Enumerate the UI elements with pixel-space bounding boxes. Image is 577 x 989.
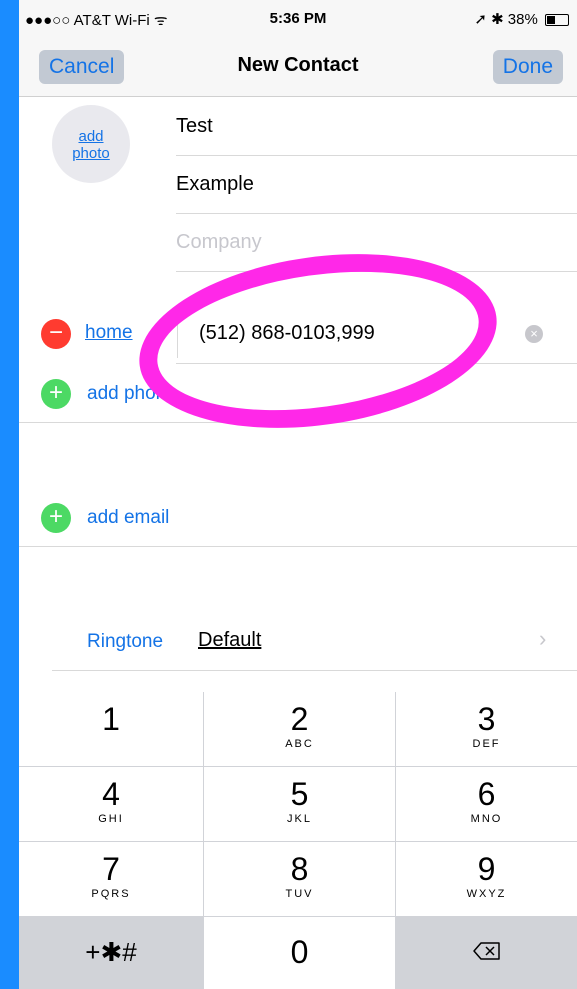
email-separator bbox=[19, 546, 577, 547]
first-name-field[interactable]: Test bbox=[176, 97, 577, 156]
key-plus-star-hash[interactable]: +✱# bbox=[19, 917, 203, 989]
key-2[interactable]: 2 ABC bbox=[204, 692, 395, 766]
key-1[interactable]: 1 bbox=[19, 692, 203, 766]
first-name-value: Test bbox=[176, 115, 213, 137]
ringtone-value: Default bbox=[198, 629, 262, 651]
done-button[interactable]: Done bbox=[492, 50, 563, 84]
last-name-value: Example bbox=[176, 173, 254, 195]
company-placeholder: Company bbox=[176, 231, 262, 253]
add-email-plus-icon: + bbox=[41, 503, 71, 533]
delete-key[interactable] bbox=[396, 917, 577, 989]
ringtone-separator bbox=[52, 670, 577, 671]
add-email-label: add email bbox=[87, 507, 170, 528]
last-name-field[interactable]: Example bbox=[176, 155, 577, 214]
add-phone-plus-icon: + bbox=[41, 379, 71, 409]
battery-icon bbox=[545, 14, 569, 27]
key-5[interactable]: 5 JKL bbox=[204, 767, 395, 841]
key-7[interactable]: 7 PQRS bbox=[19, 842, 203, 916]
add-email-row[interactable]: + add email bbox=[19, 488, 577, 546]
ringtone-chevron-icon: › bbox=[539, 626, 547, 651]
ringtone-row[interactable]: Ringtone Default › bbox=[19, 612, 577, 670]
add-photo-label: add photo bbox=[72, 128, 110, 162]
phone-screen: ●●●○○ AT&T Wi-Fi ᯤ 5:36 PM ➚ ✱ 38% Cance… bbox=[19, 0, 577, 989]
key-6[interactable]: 6 MNO bbox=[396, 767, 577, 841]
clear-icon[interactable]: × bbox=[525, 325, 543, 343]
key-4[interactable]: 4 GHI bbox=[19, 767, 203, 841]
ringtone-label: Ringtone bbox=[87, 631, 164, 652]
numeric-keypad: 1 2 ABC 3 DEF 4 GHI 5 JKL 6 MNO 7 PQRS 8 TUV 9W… bbox=[19, 692, 577, 989]
status-bar: ●●●○○ AT&T Wi-Fi ᯤ 5:36 PM ➚ ✱ 38% bbox=[19, 0, 577, 36]
backspace-icon bbox=[472, 942, 500, 960]
key-9[interactable]: 9 WXYZ bbox=[396, 842, 577, 916]
remove-phone-button[interactable]: − bbox=[41, 319, 71, 349]
key-8[interactable]: 8 TUV bbox=[204, 842, 395, 916]
add-photo-button[interactable]: add photo bbox=[52, 105, 130, 183]
navigation-bar: Cancel New Contact Done bbox=[19, 36, 577, 97]
key-0[interactable]: 0 bbox=[204, 917, 395, 989]
key-3[interactable]: 3 DEF bbox=[396, 692, 577, 766]
phone-label-home[interactable]: home bbox=[85, 322, 133, 344]
battery-percentage: ➚ ✱ 38% bbox=[474, 11, 538, 28]
status-right: ➚ ✱ 38% bbox=[474, 10, 569, 28]
